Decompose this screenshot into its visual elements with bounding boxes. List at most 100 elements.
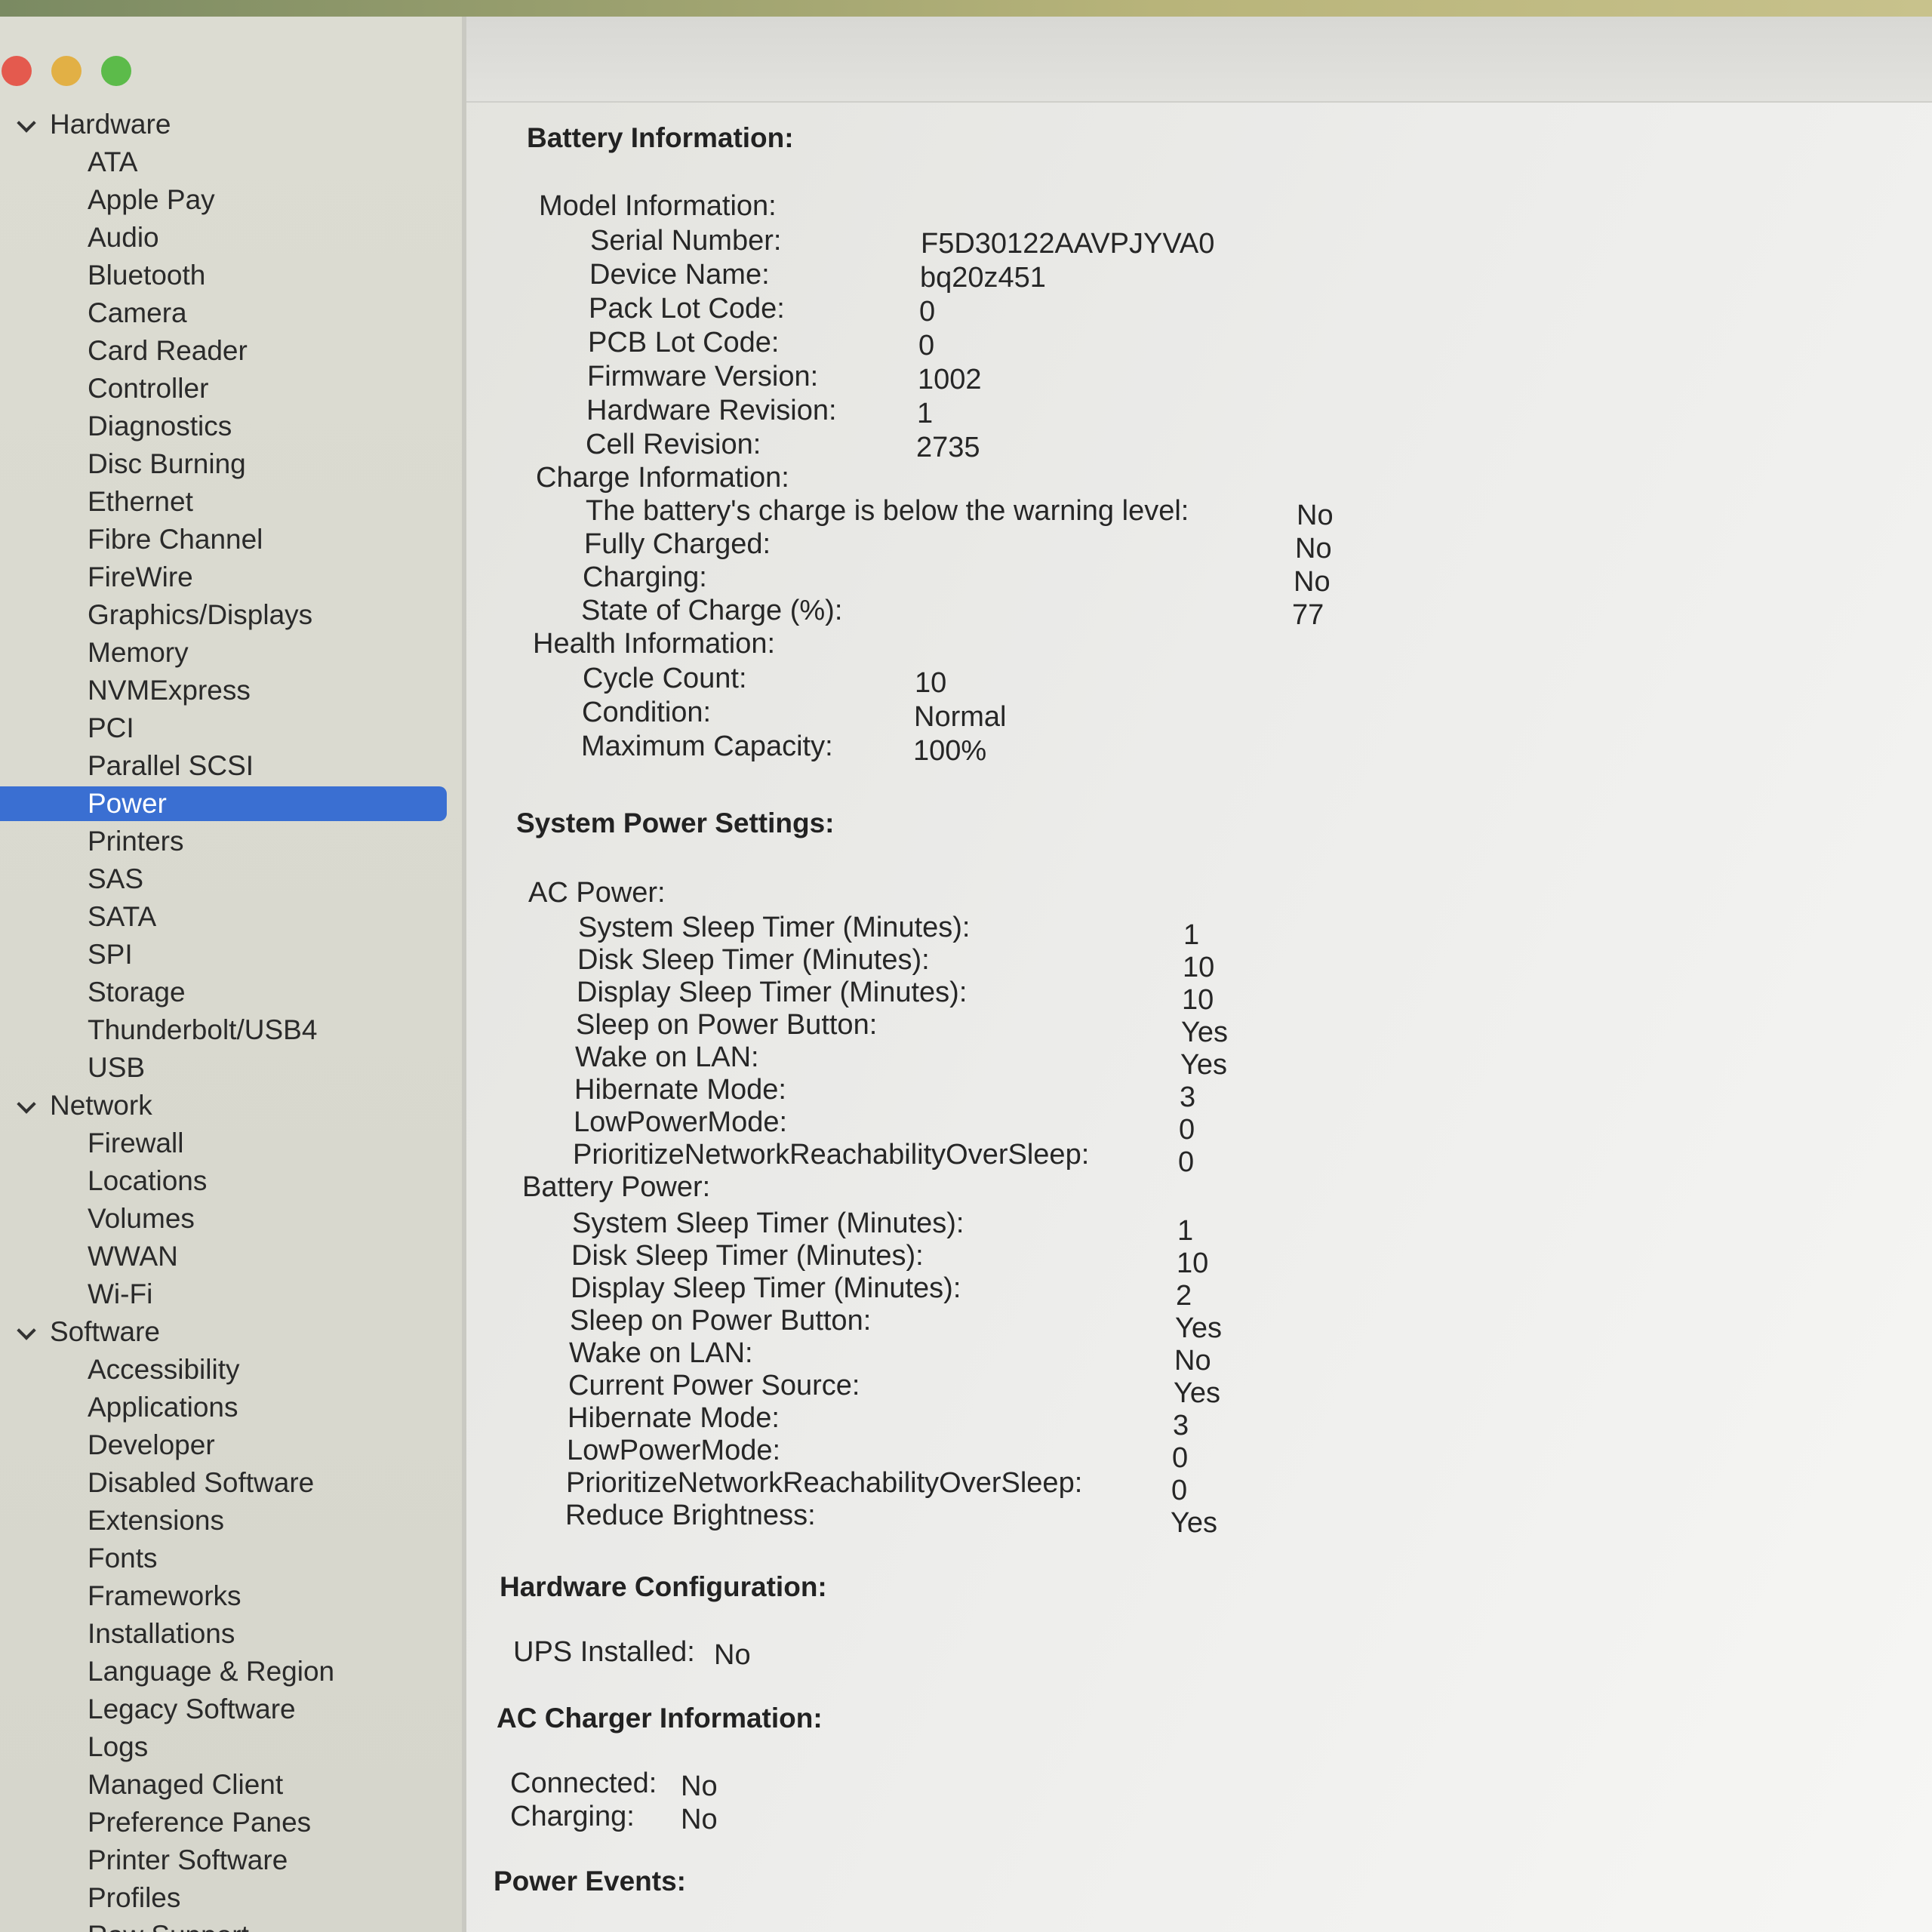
ac-power-setting-label: PrioritizeNetworkReachabilityOverSleep: xyxy=(573,1139,1090,1171)
health-info-value: Normal xyxy=(914,701,1007,733)
sidebar-item[interactable]: Wi-Fi xyxy=(0,1275,462,1313)
sidebar-item[interactable]: Power xyxy=(0,785,462,823)
sidebar-item[interactable]: Audio xyxy=(0,219,462,257)
sidebar-item[interactable]: NVMExpress xyxy=(0,672,462,709)
battery-power-setting-value: No xyxy=(1174,1345,1211,1377)
sidebar-item-label: Installations xyxy=(88,1618,235,1649)
sidebar-item-label: Preference Panes xyxy=(88,1807,312,1838)
sidebar-item-label: Wi-Fi xyxy=(88,1278,153,1309)
ac-power-setting-value: 10 xyxy=(1182,984,1214,1016)
charger-charging-value: No xyxy=(681,1804,718,1835)
sidebar-item[interactable]: Diagnostics xyxy=(0,408,462,445)
sidebar-item-label: Ethernet xyxy=(88,486,193,517)
sidebar-item[interactable]: Printers xyxy=(0,823,462,860)
sidebar-item-label: Applications xyxy=(88,1392,238,1423)
sidebar-group-network[interactable]: Network xyxy=(0,1087,462,1124)
battery-power-setting-label: PrioritizeNetworkReachabilityOverSleep: xyxy=(566,1467,1083,1499)
charger-connected-label: Connected: xyxy=(510,1767,657,1799)
sidebar-item[interactable]: Raw Support xyxy=(0,1917,462,1932)
detail-header-area xyxy=(466,17,1932,103)
ac-power-setting-value: Yes xyxy=(1180,1049,1227,1081)
sidebar-item[interactable]: Locations xyxy=(0,1162,462,1200)
sidebar-item[interactable]: Controller xyxy=(0,370,462,408)
sidebar-item[interactable]: Preference Panes xyxy=(0,1804,462,1841)
sidebar-item[interactable]: WWAN xyxy=(0,1238,462,1275)
sidebar-item[interactable]: Apple Pay xyxy=(0,181,462,219)
health-info-value: 10 xyxy=(915,667,947,699)
sidebar-item-label: Raw Support xyxy=(88,1920,249,1932)
charge-info-label: The battery's charge is below the warnin… xyxy=(586,495,1189,527)
sidebar-item[interactable]: Managed Client xyxy=(0,1766,462,1804)
sidebar-item[interactable]: Applications xyxy=(0,1389,462,1426)
sidebar-item-label: Locations xyxy=(88,1165,208,1196)
sidebar-item[interactable]: Graphics/Displays xyxy=(0,596,462,634)
sidebar-item[interactable]: Fonts xyxy=(0,1540,462,1577)
sidebar-item[interactable]: Volumes xyxy=(0,1200,462,1238)
ups-installed-value: No xyxy=(714,1639,751,1671)
ac-power-setting-label: LowPowerMode: xyxy=(574,1106,788,1138)
sidebar-item[interactable]: Profiles xyxy=(0,1879,462,1917)
sidebar-item[interactable]: Disabled Software xyxy=(0,1464,462,1502)
sidebar-item[interactable]: FireWire xyxy=(0,558,462,596)
sidebar-item[interactable]: Firewall xyxy=(0,1124,462,1162)
sidebar-item[interactable]: Legacy Software xyxy=(0,1690,462,1728)
model-info-label: Device Name: xyxy=(589,259,770,291)
sidebar-item-label: Profiles xyxy=(88,1882,181,1913)
battery-power-setting-value: 0 xyxy=(1172,1442,1189,1474)
model-info-value: 0 xyxy=(918,330,935,361)
sidebar-item[interactable]: Developer xyxy=(0,1426,462,1464)
sidebar-item[interactable]: Fibre Channel xyxy=(0,521,462,558)
ac-charger-title: AC Charger Information: xyxy=(497,1703,823,1734)
sidebar-item[interactable]: Thunderbolt/USB4 xyxy=(0,1011,462,1049)
sidebar-item[interactable]: Printer Software xyxy=(0,1841,462,1879)
sidebar-item[interactable]: Logs xyxy=(0,1728,462,1766)
sidebar-item[interactable]: Ethernet xyxy=(0,483,462,521)
close-window-button[interactable] xyxy=(2,56,32,86)
battery-power-setting-label: LowPowerMode: xyxy=(567,1435,781,1466)
sidebar-item[interactable]: Accessibility xyxy=(0,1351,462,1389)
model-info-label: PCB Lot Code: xyxy=(588,327,780,358)
sidebar-item-label: Controller xyxy=(88,373,209,404)
sidebar-item[interactable]: Extensions xyxy=(0,1502,462,1540)
sidebar-item[interactable]: Card Reader xyxy=(0,332,462,370)
sidebar-item[interactable]: ATA xyxy=(0,143,462,181)
sidebar-item-label: SPI xyxy=(88,939,133,970)
sidebar-item[interactable]: PCI xyxy=(0,709,462,747)
sidebar-item[interactable]: Storage xyxy=(0,974,462,1011)
zoom-window-button[interactable] xyxy=(101,56,131,86)
sidebar-item-label: USB xyxy=(88,1052,146,1083)
battery-power-setting-value: 10 xyxy=(1177,1247,1209,1279)
sidebar-item[interactable]: Camera xyxy=(0,294,462,332)
battery-power-setting-label: Hibernate Mode: xyxy=(568,1402,780,1434)
battery-power-setting-value: Yes xyxy=(1171,1507,1217,1539)
chevron-down-icon[interactable] xyxy=(17,113,36,133)
sidebar-item[interactable]: SATA xyxy=(0,898,462,936)
sidebar-item[interactable]: SPI xyxy=(0,936,462,974)
sidebar-item-label: Storage xyxy=(88,977,186,1008)
sidebar-item[interactable]: Parallel SCSI xyxy=(0,747,462,785)
sidebar-item[interactable]: USB xyxy=(0,1049,462,1087)
charge-info-label: State of Charge (%): xyxy=(581,595,843,626)
sidebar-item[interactable]: Memory xyxy=(0,634,462,672)
charge-info-value: No xyxy=(1297,500,1334,531)
sidebar-list: Hardware ATA Apple Pay Audio Bluetooth Camera… xyxy=(0,106,462,1932)
sidebar-item-label: Apple Pay xyxy=(88,184,215,215)
sidebar-group-software[interactable]: Software xyxy=(0,1313,462,1351)
sidebar-item-label: Printer Software xyxy=(88,1844,288,1875)
sidebar-item[interactable]: Installations xyxy=(0,1615,462,1653)
sidebar-item[interactable]: SAS xyxy=(0,860,462,898)
model-info-label: Pack Lot Code: xyxy=(589,293,785,325)
sidebar-item-label: Memory xyxy=(88,637,189,668)
sidebar-item-label: WWAN xyxy=(88,1241,178,1272)
sidebar-item[interactable]: Frameworks xyxy=(0,1577,462,1615)
sidebar-item[interactable]: Bluetooth xyxy=(0,257,462,294)
chevron-down-icon[interactable] xyxy=(17,1321,36,1340)
model-info-value: 1 xyxy=(917,398,934,429)
minimize-window-button[interactable] xyxy=(51,56,82,86)
sidebar-item[interactable]: Disc Burning xyxy=(0,445,462,483)
sidebar-item[interactable]: Language & Region xyxy=(0,1653,462,1690)
sidebar-group-hardware[interactable]: Hardware xyxy=(0,106,462,143)
sidebar-item-label: Graphics/Displays xyxy=(88,599,313,630)
sidebar-item-label: Diagnostics xyxy=(88,411,232,441)
chevron-down-icon[interactable] xyxy=(17,1094,36,1114)
